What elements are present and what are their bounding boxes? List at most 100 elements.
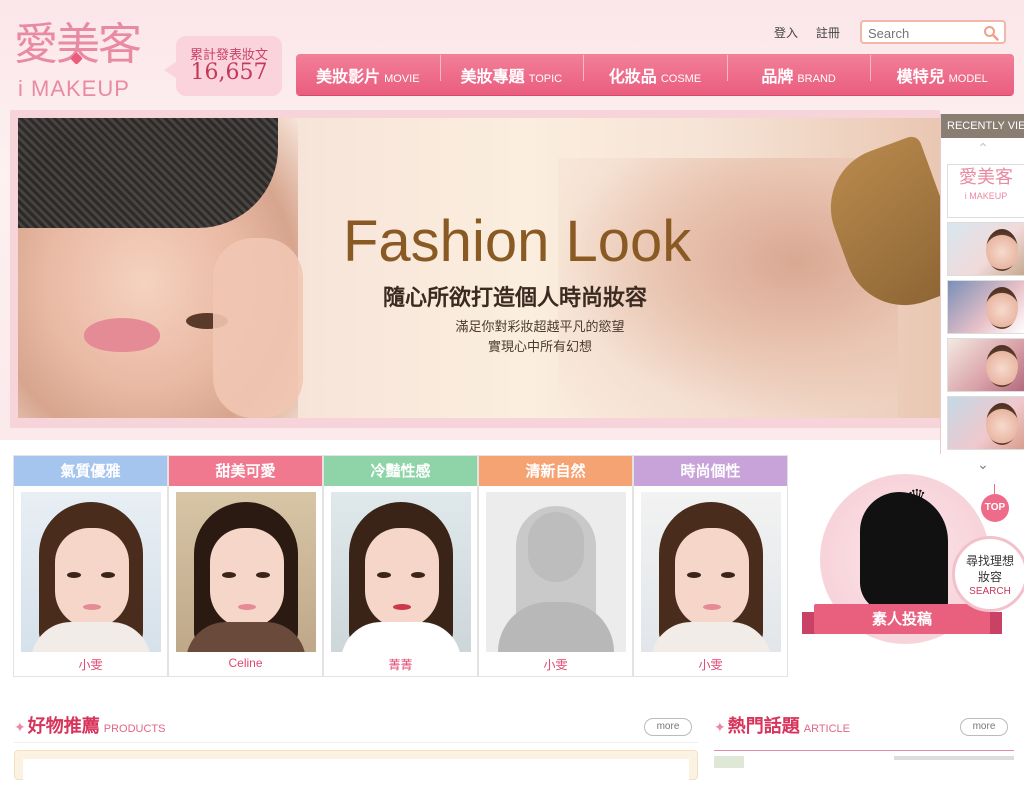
back-to-top-button[interactable]: TOP [981,484,1009,522]
crown-icon: ♛ [907,486,927,511]
section-title: 熱門話題 [727,716,800,737]
recent-thumb[interactable] [947,338,1024,392]
banner-line-2: 實現心中所有幻想 [487,340,592,355]
counter-value: 16,657 [190,60,268,85]
model-photo [331,492,471,652]
category-card[interactable]: 冷豔性感 菁菁 [323,455,478,677]
nav-item-brand[interactable]: 品牌 BRAND [726,54,871,87]
thumb-face-image [986,287,1018,329]
face-shape [675,528,749,628]
article-more-button[interactable]: more [960,718,1008,736]
mouth-shape [238,604,256,610]
eye-shape [67,572,81,578]
category-title: 時尚個性 [634,456,787,486]
nav-item-topic[interactable]: 美妝專題 TOPIC [439,54,584,87]
model-name[interactable]: Celine [169,656,322,670]
nav-item-movie[interactable]: 美妝影片 MOVIE [296,63,440,87]
article-thumb [714,756,744,768]
category-title: 氣質優雅 [14,456,167,486]
logo-text-en: i MAKEUP [18,76,130,101]
products-carousel [14,750,698,789]
model-lips-image [84,318,160,352]
category-title: 清新自然 [479,456,632,486]
banner-title: Fashion Look [343,209,692,274]
model-photo [21,492,161,652]
article-list-item[interactable] [714,750,1014,768]
nav-label-cn: 美妝影片 [316,66,381,86]
submit-look-button[interactable]: 素人投稿 [802,604,1002,634]
nav-item-cosme[interactable]: 化妝品 COSME [583,54,727,87]
silhouette-head [528,512,584,582]
eye-shape [101,572,115,578]
recent-thumb[interactable] [947,396,1024,450]
search-box [860,20,1006,44]
banner-line-1: 滿足你對彩妝超越平凡的慾望 [455,320,625,335]
nav-label-en: COSME [660,72,702,85]
search-icon[interactable] [983,25,999,41]
nav-label-cn: 化妝品 [608,66,657,86]
nav-item-model[interactable]: 模特兒 MODEL [870,54,1014,87]
products-more-button[interactable]: more [644,718,692,736]
nav-label-en: BRAND [797,72,836,85]
thumb-logo-cn: 愛美客 [959,167,1013,188]
category-card[interactable]: 氣質優雅 小雯 [13,455,168,677]
model-photo [176,492,316,652]
thumb-logo-en: i MAKEUP [964,191,1008,201]
lace-veil-image [18,118,278,228]
products-section-header: ✦ 好物推薦 PRODUCTS [14,712,165,742]
nav-label-cn: 模特兒 [896,66,945,86]
chevron-up-icon[interactable]: ⌃ [941,138,1024,160]
register-link[interactable]: 註冊 [816,26,840,40]
face-shape [210,528,284,628]
main-nav: 美妝影片 MOVIE 美妝專題 TOPIC 化妝品 COSME 品牌 BRAND 模特兒… [296,54,1014,95]
eye-shape [411,572,425,578]
eye-shape [377,572,391,578]
category-card[interactable]: 時尚個性 小雯 [633,455,788,677]
find-look-button[interactable]: 尋找理想 妝容 SEARCH [952,536,1024,612]
section-title-en: ARTICLE [803,723,850,735]
section-title-en: PRODUCTS [103,723,166,735]
thumb-face-image [986,403,1018,445]
site-logo[interactable]: 愛美客 i MAKEUP [12,18,152,108]
face-shape [365,528,439,628]
placeholder-silhouette [486,492,626,652]
category-card[interactable]: 清新自然 小雯 [478,455,633,677]
login-link[interactable]: 登入 [774,26,798,40]
recent-thumb[interactable] [947,280,1024,334]
eye-shape [222,572,236,578]
mouth-shape [703,604,721,610]
eye-shape [687,572,701,578]
model-name[interactable]: 小雯 [479,656,632,673]
eye-shape [721,572,735,578]
recent-thumb[interactable]: 愛美客 i MAKEUP [947,164,1024,218]
nav-label-cn: 品牌 [761,66,794,86]
category-title: 甜美可愛 [169,456,322,486]
article-text-stub [894,756,1014,760]
model-name[interactable]: 小雯 [634,656,787,673]
model-hand-image [213,238,303,418]
banner-subtitle: 隨心所欲打造個人時尚妝容 [383,285,648,311]
account-links: 登入 註冊 [774,24,854,41]
recent-thumb[interactable] [947,222,1024,276]
model-photo [641,492,781,652]
find-look-label-2: 妝容 [977,570,1002,584]
nav-label-en: TOPIC [528,72,563,85]
model-name[interactable]: 小雯 [14,656,167,673]
category-title: 冷豔性感 [324,456,477,486]
hero-banner[interactable]: Fashion Look 隨心所欲打造個人時尚妝容 滿足你對彩妝超越平凡的慾望 … [18,118,940,418]
thumb-face-image [986,229,1018,271]
nav-label-cn: 美妝專題 [460,66,525,86]
category-card[interactable]: 甜美可愛 Celine [168,455,323,677]
find-look-label-1: 尋找理想 [965,554,1014,568]
mouth-shape [83,604,101,610]
eye-shape [256,572,270,578]
section-title: 好物推薦 [27,716,100,737]
sparkle-icon: ✦ [714,720,726,736]
products-carousel-inner [23,759,689,789]
article-section-header: ✦ 熱門話題 ARTICLE [714,712,850,742]
model-name[interactable]: 菁菁 [324,656,477,673]
search-input[interactable] [866,22,980,44]
face-shape [55,528,129,628]
nav-label-en: MODEL [948,72,988,85]
article-counter: 累計發表妝文 16,657 [164,36,282,96]
